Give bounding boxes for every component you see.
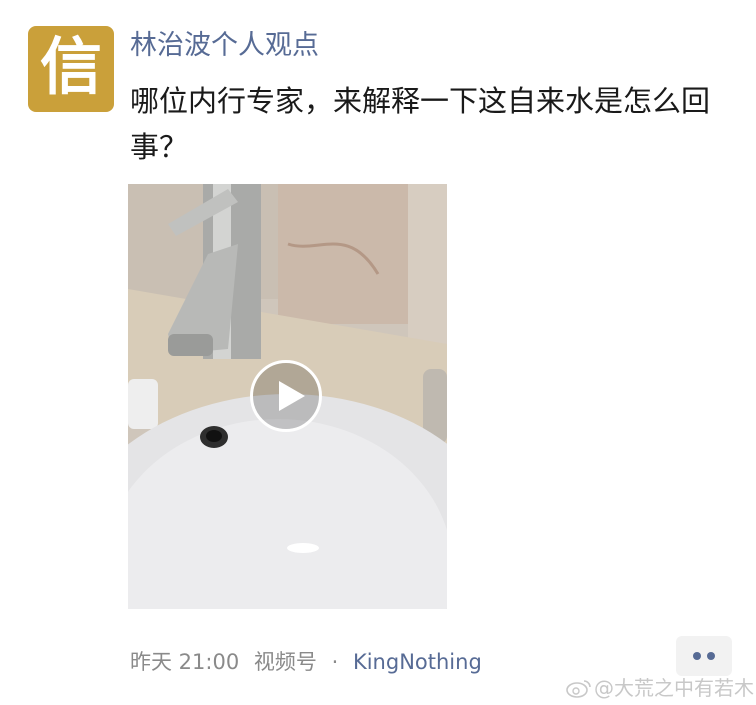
- watermark: @大荒之中有若木: [566, 676, 754, 700]
- more-dots-icon: [693, 652, 701, 660]
- post-meta: 昨天 21:00 视频号 · KingNothing: [130, 648, 482, 676]
- watermark-text: @大荒之中有若木: [594, 676, 754, 700]
- weibo-icon: [566, 680, 591, 698]
- post-source[interactable]: 视频号: [254, 650, 317, 674]
- author-name[interactable]: 林治波个人观点: [130, 28, 319, 64]
- avatar[interactable]: 信: [28, 26, 114, 112]
- play-icon: [279, 381, 305, 411]
- post-text: 哪位内行专家，来解释一下这自来水是怎么回事？: [130, 84, 711, 164]
- meta-separator: ·: [331, 650, 339, 674]
- post-time: 昨天 21:00: [130, 650, 240, 674]
- play-button[interactable]: [250, 360, 322, 432]
- video-thumbnail[interactable]: [128, 184, 447, 609]
- avatar-glyph: 信: [39, 30, 102, 103]
- more-button[interactable]: [676, 636, 732, 676]
- channel-name[interactable]: KingNothing: [353, 650, 482, 674]
- more-dots-icon: [707, 652, 715, 660]
